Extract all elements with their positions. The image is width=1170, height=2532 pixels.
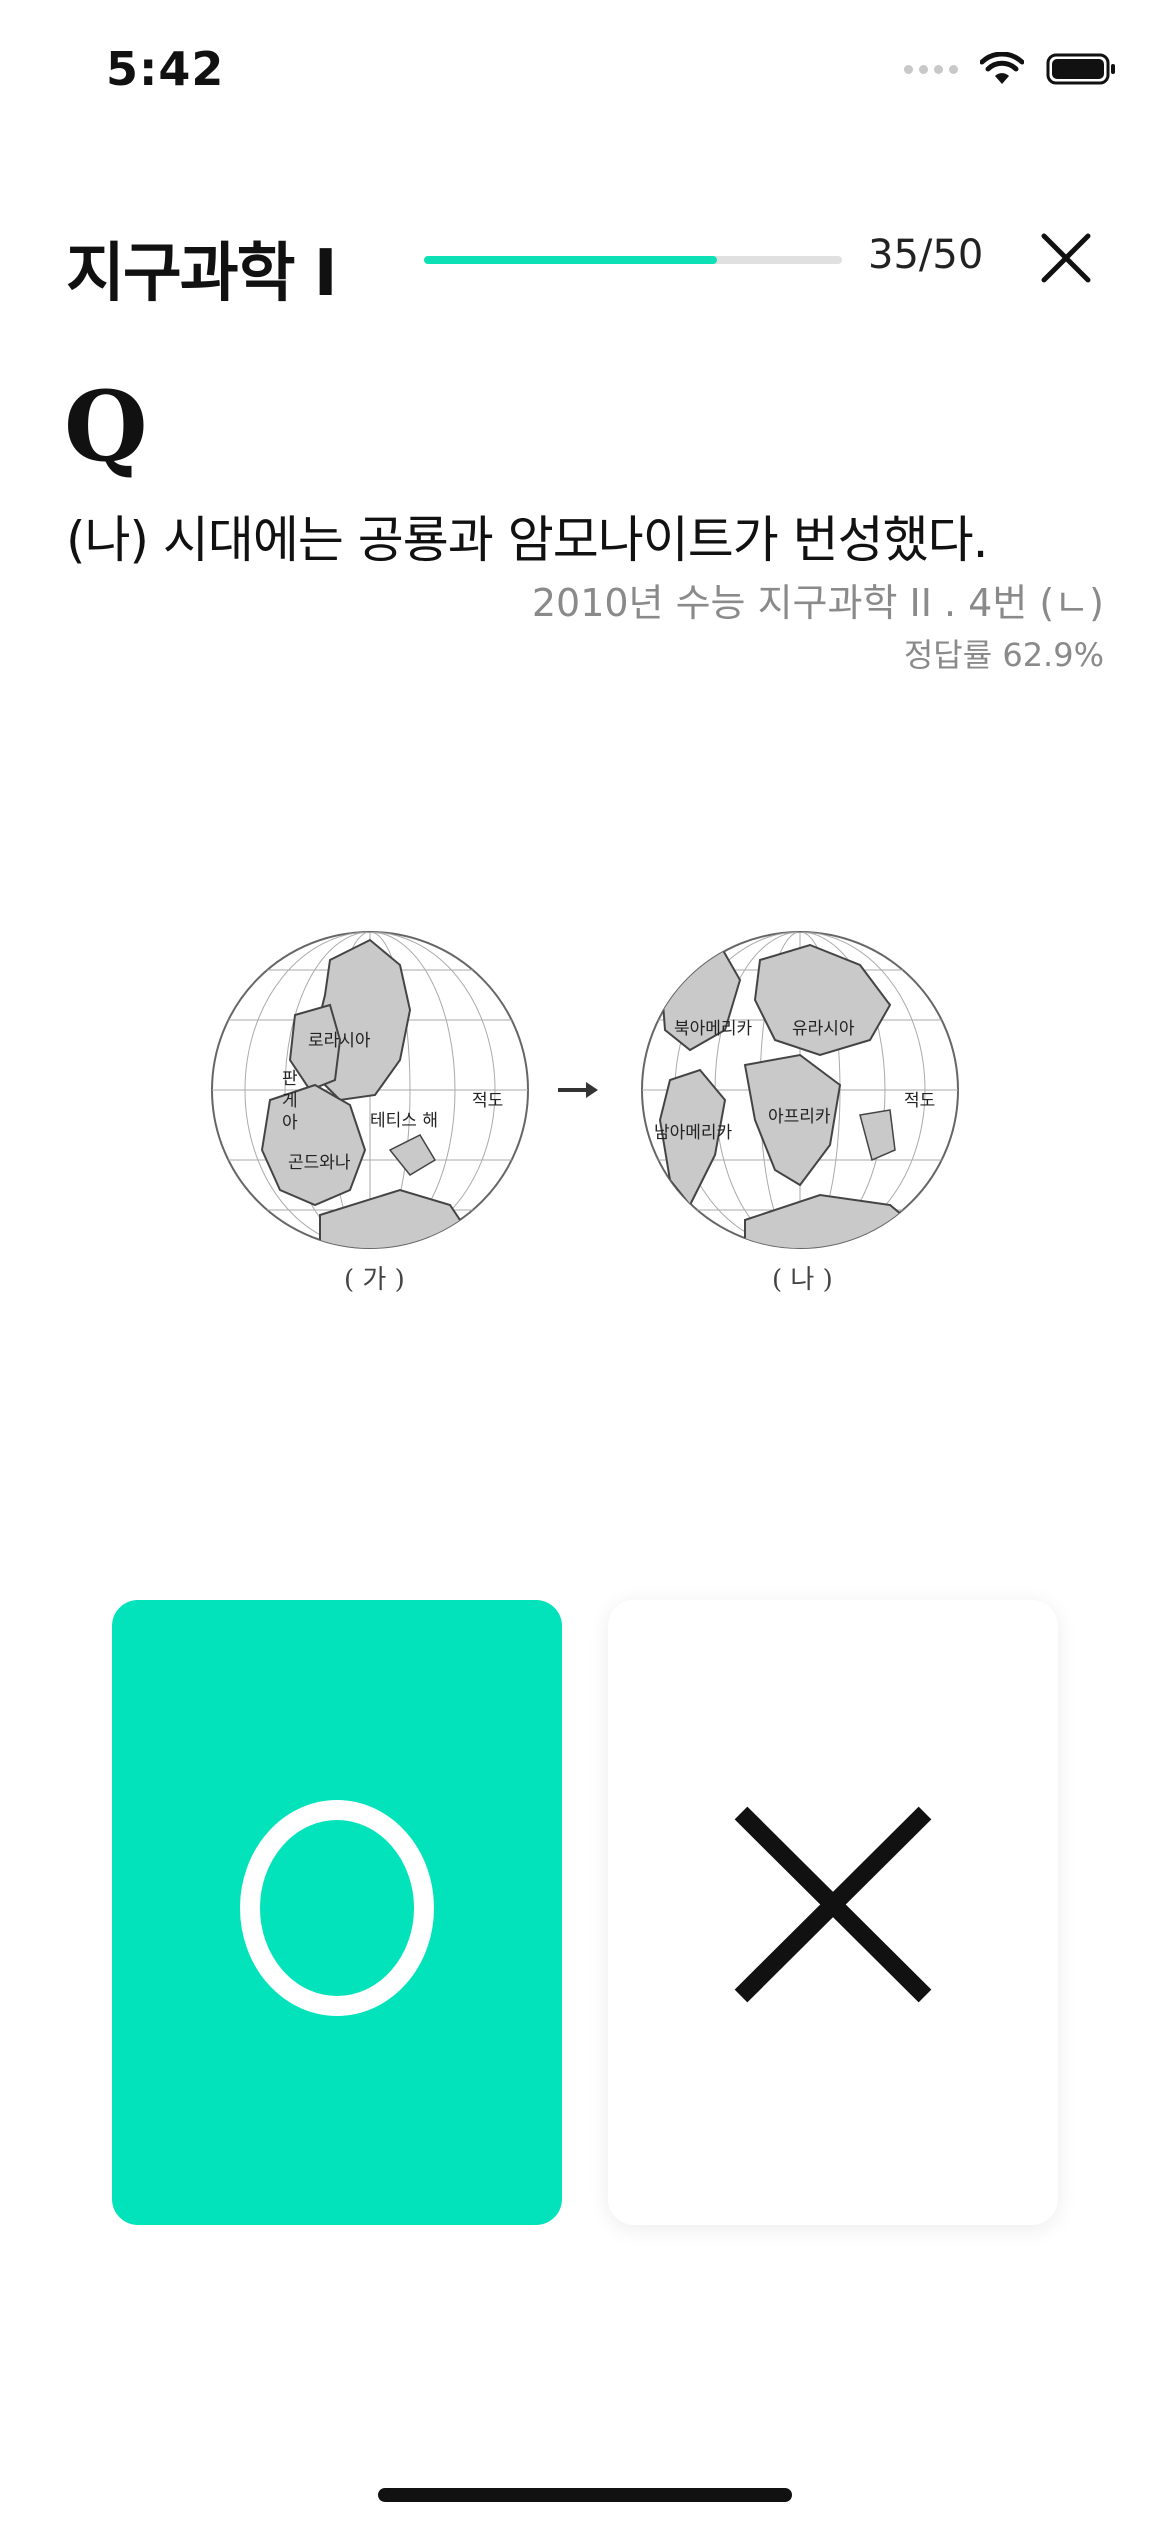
pangaea-figure: 로라시아 판 게 아 테티스 해 적도 곤드와나 ( 가 ) 북아메리카 유라시… [211,931,959,1295]
label-tethys-sea: 테티스 해 [370,1111,438,1131]
label-equator-a: 적도 [472,1091,503,1111]
time-arrow-icon [558,1082,598,1098]
answer-x-button[interactable] [608,1600,1058,2225]
progress-bar-fill [424,256,717,264]
home-indicator [378,2488,792,2502]
status-bar: 5:42 [0,0,1170,150]
question-source: 2010년 수능 지구과학 II . 4번 (ㄴ) [531,581,1104,625]
label-eurasia: 유라시아 [792,1019,855,1039]
label-pangaea-1: 판 [282,1069,298,1089]
close-icon [1041,233,1091,283]
answer-o-button[interactable] [112,1600,562,2225]
question-statement: (나) 시대에는 공룡과 암모나이트가 번성했다. [66,511,988,569]
label-gondwana: 곤드와나 [288,1153,351,1173]
quiz-header: 지구과학 I 35/50 [0,200,1170,320]
cellular-signal-icon [904,64,958,74]
label-africa: 아프리카 [768,1107,831,1127]
label-north-america: 북아메리카 [674,1019,753,1039]
wifi-icon [980,52,1024,84]
battery-icon [1046,53,1115,85]
progress-label: 35/50 [868,232,984,278]
question-mark: Q [64,370,148,483]
label-pangaea-2: 게 [282,1091,298,1111]
label-equator-b: 적도 [904,1091,935,1111]
progress-bar [424,256,842,264]
circle-o-icon [240,1800,434,2016]
label-south-america: 남아메리카 [654,1123,733,1143]
globe-later-continents: 북아메리카 유라시아 아프리카 남아메리카 적도 ( 나 ) [641,931,959,1295]
label-pangaea-3: 아 [282,1113,298,1133]
globe-pangaea: 로라시아 판 게 아 테티스 해 적도 곤드와나 ( 가 ) [211,931,529,1295]
status-icons [904,52,1118,86]
accuracy-rate: 정답률 62.9% [903,636,1104,674]
cross-x-icon [734,1806,932,2003]
caption-panel-a: ( 가 ) [344,1265,405,1295]
subject-title: 지구과학 I [66,237,338,311]
label-laurasia: 로라시아 [308,1031,371,1051]
status-time: 5:42 [106,42,225,96]
close-button[interactable] [1036,228,1096,288]
caption-panel-b: ( 나 ) [772,1265,833,1295]
